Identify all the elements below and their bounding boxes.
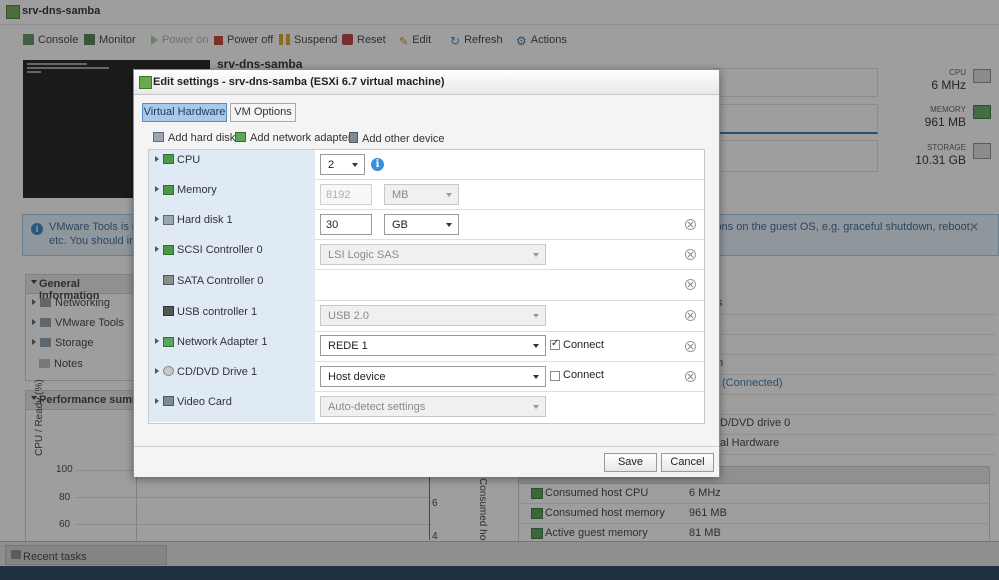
monitor-icon [163,396,174,406]
cd-dvd-select[interactable]: Host device [320,366,546,387]
expand-icon[interactable] [155,368,159,374]
sata-icon [163,275,174,285]
cpu-icon [163,154,174,164]
chevron-down-icon [533,344,539,348]
hard-disk-unit-value: GB [392,219,408,231]
network-connect-checkbox[interactable] [550,338,560,350]
memory-unit-value: MB [392,189,409,201]
cd-dvd-value: Host device [328,371,386,383]
video-card-value: Auto-detect settings [328,401,426,413]
info-icon[interactable]: i [371,158,384,171]
hw-row-network-adapter: Network Adapter 1 REDE 1 Connect [149,331,704,362]
dialog-titlebar[interactable]: Edit settings - srv-dns-samba (ESXi 6.7 … [134,70,719,95]
expand-icon[interactable] [155,398,159,404]
usb-type-value: USB 2.0 [328,310,369,322]
video-card-select[interactable]: Auto-detect settings [320,396,546,417]
chevron-down-icon [352,163,358,167]
cpu-count-value: 2 [328,159,335,171]
add-other-device-button[interactable]: Add other device [349,132,445,145]
tab-virtual-hardware[interactable]: Virtual Hardware [142,103,227,122]
hard-disk-size-input[interactable]: 30 [320,214,372,235]
remove-icon[interactable] [685,219,696,230]
device-icon [349,132,358,143]
expand-icon[interactable] [155,186,159,192]
chevron-down-icon [446,223,452,227]
add-other-device-label: Add other device [362,133,445,145]
expand-icon[interactable] [155,338,159,344]
hard-disk-size-value: 30 [326,219,339,231]
add-network-adapter-label: Add network adapter [250,132,352,144]
expand-icon[interactable] [155,246,159,252]
edit-settings-dialog: Edit settings - srv-dns-samba (ESXi 6.7 … [133,69,720,477]
hard-disk-icon [153,132,164,142]
hw-row-memory: Memory 8192 MB [149,179,704,210]
hw-row-usb: USB controller 1 USB 2.0 [149,300,704,332]
chevron-down-icon [533,405,539,409]
usb-icon [163,306,174,316]
dialog-footer: Save Cancel [134,446,719,477]
chevron-down-icon [446,193,452,197]
network-adapter-icon [163,337,174,347]
video-card-label: Video Card [177,396,232,408]
memory-label: Memory [177,184,217,196]
cpu-label: CPU [177,154,201,166]
network-connect-label: Connect [563,339,604,351]
save-button[interactable]: Save [604,453,657,472]
network-adapter-icon [235,132,246,142]
hard-disk-icon [163,215,174,225]
cd-icon [163,366,174,376]
hw-row-scsi: SCSI Controller 0 LSI Logic SAS [149,239,704,270]
memory-size-value: 8192 [326,189,351,201]
chevron-down-icon [533,314,539,318]
cd-dvd-connect-checkbox[interactable] [550,371,560,381]
hard-disk-label: Hard disk 1 [177,214,233,226]
scsi-icon [163,245,174,255]
vm-icon [139,76,152,89]
chevron-down-icon [533,375,539,379]
remove-icon[interactable] [685,310,696,321]
usb-label: USB controller 1 [177,306,258,318]
scsi-type-select[interactable]: LSI Logic SAS [320,244,546,265]
tab-vm-options[interactable]: VM Options [230,103,296,122]
add-hard-disk-label: Add hard disk [168,132,236,144]
scsi-type-value: LSI Logic SAS [328,249,399,261]
hw-row-cd-dvd: CD/DVD Drive 1 Host device Connect [149,361,704,392]
network-adapter-label: Network Adapter 1 [177,336,268,348]
cd-dvd-label: CD/DVD Drive 1 [177,366,258,378]
memory-size-input[interactable]: 8192 [320,184,372,205]
hw-row-sata: SATA Controller 0 [149,269,704,301]
hard-disk-unit-select[interactable]: GB [384,214,459,235]
virtual-hardware-table: CPU 2 i Memory 8192 MB Hard disk 1 30 GB… [148,149,705,424]
dialog-title: Edit settings - srv-dns-samba (ESXi 6.7 … [153,76,445,88]
remove-icon[interactable] [685,279,696,290]
cd-dvd-connect-label: Connect [563,369,604,381]
network-value: REDE 1 [328,340,368,352]
remove-icon[interactable] [685,249,696,260]
scsi-label: SCSI Controller 0 [177,244,263,256]
usb-type-select[interactable]: USB 2.0 [320,305,546,326]
network-select[interactable]: REDE 1 [320,335,546,356]
add-network-adapter-button[interactable]: Add network adapter [235,132,352,144]
chevron-down-icon [533,253,539,257]
expand-icon[interactable] [155,156,159,162]
memory-unit-select[interactable]: MB [384,184,459,205]
expand-icon[interactable] [155,216,159,222]
hw-row-video-card: Video Card Auto-detect settings [149,391,704,422]
remove-icon[interactable] [685,371,696,382]
hw-row-hard-disk: Hard disk 1 30 GB [149,209,704,240]
add-hard-disk-button[interactable]: Add hard disk [153,132,235,144]
cancel-button[interactable]: Cancel [661,453,714,472]
sata-label: SATA Controller 0 [177,275,264,287]
cpu-count-select[interactable]: 2 [320,154,365,175]
hw-row-cpu: CPU 2 i [149,150,704,180]
remove-icon[interactable] [685,341,696,352]
memory-icon [163,185,174,195]
